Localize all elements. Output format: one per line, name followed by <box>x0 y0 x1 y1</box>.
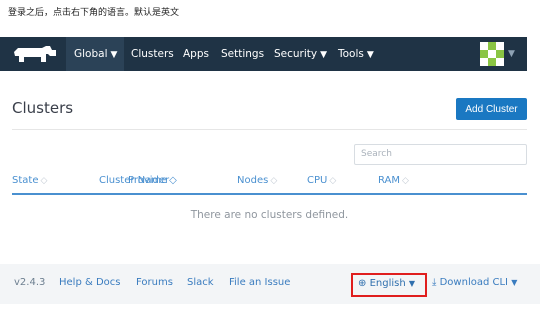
sort-icon: ◇ <box>402 176 409 186</box>
sort-icon: ◇ <box>169 175 177 186</box>
chevron-down-icon: ▼ <box>408 279 416 288</box>
column-header-label: CPU <box>307 175 328 186</box>
nav-settings[interactable]: Settings <box>221 37 264 71</box>
top-navbar: Global ▼ Clusters Apps Settings Security ▼… <box>0 37 527 71</box>
column-header-state[interactable]: State ◇ <box>12 175 47 186</box>
nav-security-menu[interactable]: Security ▼ <box>274 37 327 71</box>
forums-link[interactable]: Forums <box>136 277 173 288</box>
column-header-label: RAM <box>378 175 401 186</box>
rancher-logo-icon[interactable] <box>12 44 58 68</box>
nav-security-label: Security <box>274 48 318 60</box>
column-header-ram[interactable]: RAM ◇ <box>378 175 409 186</box>
nav-apps[interactable]: Apps <box>183 37 209 71</box>
column-header-cpu[interactable]: CPU ◇ <box>307 175 336 186</box>
column-header-label: State <box>12 175 39 186</box>
instruction-caption: 登录之后，点击右下角的语言。默认是英文 <box>8 8 180 18</box>
footer-bar: v2.4.3 Help & Docs Forums Slack File an … <box>0 264 540 304</box>
chevron-down-icon: ▼ <box>320 50 328 60</box>
sort-icon: ◇ <box>329 176 337 186</box>
nav-global-label: Global <box>74 48 108 60</box>
column-header-label: Nodes <box>237 175 269 186</box>
user-avatar[interactable] <box>480 42 504 66</box>
globe-icon: ⊕ <box>358 278 367 289</box>
file-issue-link[interactable]: File an Issue <box>229 277 290 288</box>
download-icon: ⤓ <box>432 277 437 288</box>
column-header-provider[interactable]: Provider◇ <box>128 175 177 186</box>
divider <box>12 129 527 130</box>
help-docs-link[interactable]: Help & Docs <box>59 277 120 288</box>
chevron-down-icon: ▼ <box>511 278 518 287</box>
table-header-rule <box>12 193 527 195</box>
version-label: v2.4.3 <box>14 277 46 288</box>
column-header-nodes[interactable]: Nodes ◇ <box>237 175 277 186</box>
add-cluster-button[interactable]: Add Cluster <box>456 98 527 120</box>
chevron-down-icon[interactable]: ▼ <box>508 37 515 71</box>
nav-tools-label: Tools <box>338 48 364 60</box>
slack-link[interactable]: Slack <box>187 277 214 288</box>
column-header-label: Provider <box>128 175 170 186</box>
language-label: English <box>369 278 406 289</box>
nav-clusters[interactable]: Clusters <box>131 37 174 71</box>
empty-table-message: There are no clusters defined. <box>190 209 349 221</box>
chevron-down-icon: ▼ <box>366 50 374 60</box>
nav-tools-menu[interactable]: Tools ▼ <box>338 37 374 71</box>
download-cli-label: Download CLI <box>439 277 508 288</box>
page-title: Clusters <box>12 99 74 117</box>
download-cli-menu[interactable]: ⤓ Download CLI ▼ <box>432 277 517 288</box>
nav-global-menu[interactable]: Global ▼ <box>66 37 124 71</box>
sort-icon: ◇ <box>40 176 48 186</box>
search-input[interactable]: Search <box>354 144 527 165</box>
chevron-down-icon: ▼ <box>110 50 118 60</box>
sort-icon: ◇ <box>270 176 278 186</box>
language-selector[interactable]: ⊕ English ▼ <box>358 278 415 289</box>
